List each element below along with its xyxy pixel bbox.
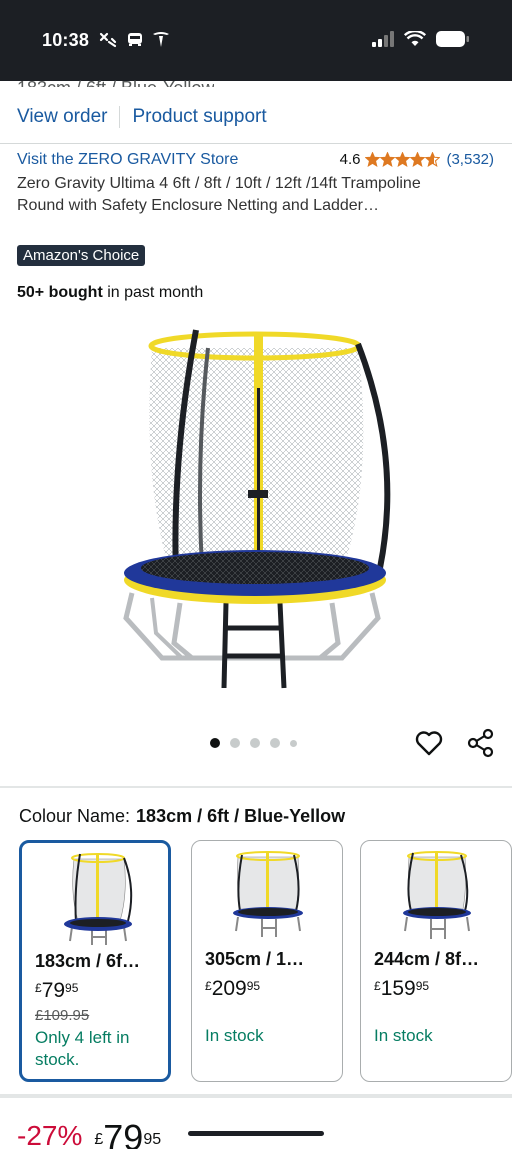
deal-price-row: -27% £7995 (17, 1120, 161, 1149)
variant-card-183cm[interactable]: 183cm / 6f… £7995 £109.95 Only 4 left in… (19, 840, 171, 1082)
variant-stock: Only 4 left in stock. (35, 1028, 130, 1069)
variant-price: £20995 (205, 977, 260, 1001)
home-indicator[interactable] (188, 1131, 324, 1136)
variant-name: 183cm / 6f… (35, 951, 141, 971)
status-left-icons (98, 30, 170, 48)
variant-stock: In stock (205, 1026, 264, 1045)
variant-price: £15995 (374, 977, 429, 1001)
price-whole: 159 (380, 977, 416, 1000)
divider (0, 786, 512, 788)
order-links-row: View order Product support (17, 106, 267, 128)
price-whole: 79 (41, 979, 66, 1002)
status-time: 10:38 (42, 30, 90, 50)
gallery-dot[interactable] (290, 739, 297, 747)
signal-icon (372, 31, 394, 47)
price-fraction: 95 (65, 981, 79, 995)
rating-value: 4.6 (339, 151, 361, 168)
status-right-icons (372, 30, 470, 48)
store-link[interactable]: Visit the ZERO GRAVITY Store (17, 151, 238, 169)
tesla-icon (153, 32, 169, 47)
colour-value: 183cm / 6ft / Blue-Yellow (136, 806, 346, 826)
share-icon[interactable] (466, 728, 496, 758)
amazons-choice-badge: Amazon's Choice (17, 245, 146, 266)
gallery-dot[interactable] (210, 738, 220, 748)
variant-name: 244cm / 8f… (374, 949, 480, 969)
satellite-icon (99, 32, 117, 48)
product-image[interactable] (112, 318, 400, 698)
deal-currency: £ (94, 1131, 104, 1148)
discount-percent: -27% (17, 1120, 83, 1149)
variant-stock: In stock (374, 1026, 433, 1045)
wifi-icon (404, 31, 426, 46)
rating[interactable]: 4.6 (3,532) (340, 151, 494, 168)
view-order-link[interactable]: View order (17, 106, 107, 128)
star-rating (365, 152, 441, 167)
product-title: Zero Gravity Ultima 4 6ft / 8ft / 10ft /… (17, 175, 421, 214)
price-currency: £ (205, 979, 212, 993)
gallery-dot[interactable] (250, 738, 260, 748)
deal-fraction: 95 (143, 1131, 162, 1148)
star-icon (425, 152, 441, 167)
star-icon (410, 152, 426, 167)
star-icon (365, 152, 381, 167)
battery-icon (436, 31, 469, 47)
bought-count: 50+ bought (17, 284, 103, 301)
divider (0, 143, 512, 144)
price-fraction: 95 (246, 979, 261, 993)
price-currency: £ (374, 979, 381, 993)
rating-count[interactable]: (3,532) (446, 151, 494, 168)
colour-name-row: Colour Name: 183cm / 6ft / Blue-Yellow (19, 806, 345, 827)
variant-card-244cm[interactable]: 244cm / 8f… £15995 In stock (360, 840, 512, 1082)
colour-label: Colour Name: (19, 806, 131, 826)
variant-old-price: £109.95 (35, 1007, 90, 1024)
divider (0, 1094, 512, 1098)
variant-card-305cm[interactable]: 305cm / 1… £20995 In stock (191, 840, 343, 1082)
product-support-link[interactable]: Product support (132, 106, 266, 128)
heart-icon[interactable] (414, 728, 444, 758)
variant-name: 305cm / 1… (205, 949, 305, 969)
variant-thumbnail (403, 851, 471, 939)
gallery-dots[interactable] (210, 738, 297, 748)
deal-whole: 79 (103, 1117, 144, 1149)
price-whole: 209 (211, 977, 247, 1000)
star-icon (380, 152, 396, 167)
gallery-dot[interactable] (270, 738, 280, 748)
link-separator (119, 106, 121, 128)
status-bar: 10:38 (0, 0, 512, 81)
star-icon (395, 152, 411, 167)
bought-suffix: in past month (102, 284, 204, 301)
bought-in-past-month: 50+ bought in past month (17, 284, 203, 302)
variant-cutoff-text: 183cm / 6ft / Blue-Yellow (17, 73, 214, 87)
price-currency: £ (35, 981, 42, 995)
price-fraction: 95 (415, 979, 430, 993)
variant-thumbnail (64, 853, 133, 945)
gallery-dot[interactable] (230, 738, 240, 748)
variant-thumbnail (233, 851, 303, 937)
deal-price: £7995 (94, 1120, 161, 1149)
car-icon (128, 33, 142, 46)
variant-price: £7995 (35, 979, 78, 1003)
